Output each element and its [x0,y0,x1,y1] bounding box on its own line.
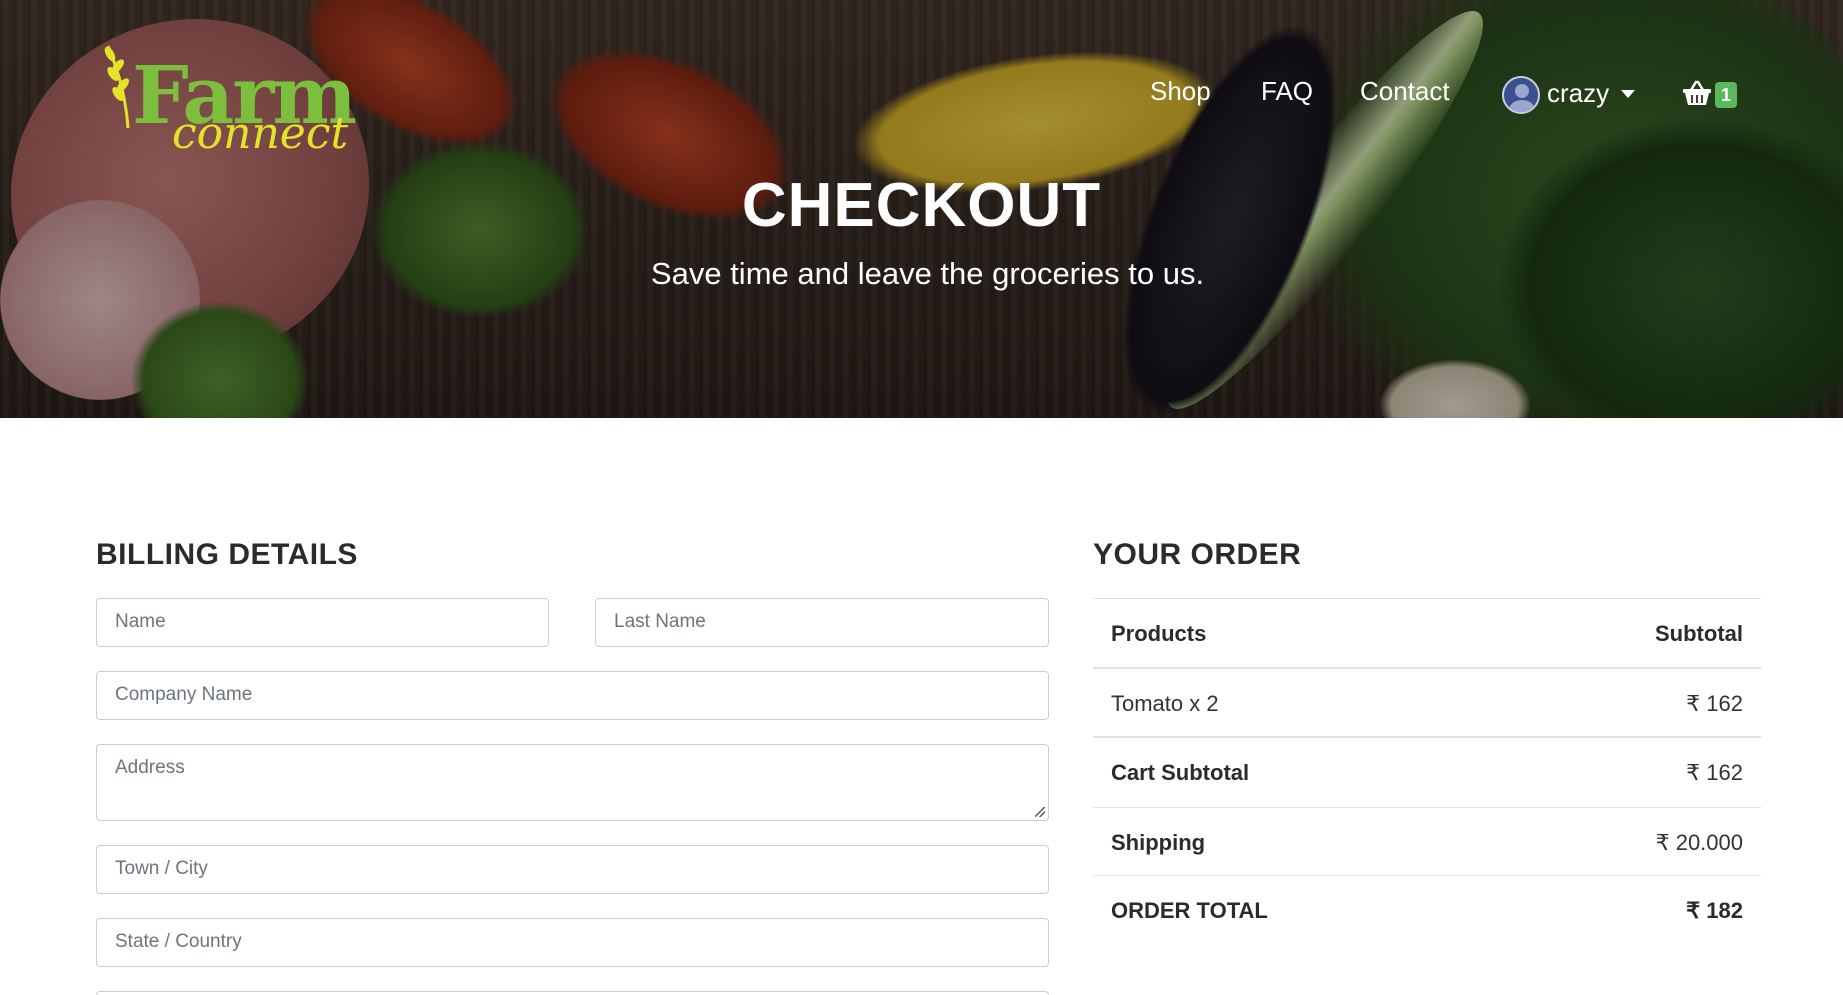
user-menu-toggle[interactable]: crazy [1547,78,1609,109]
order-table-header: Products Subtotal [1093,598,1761,669]
your-order-heading: YOUR ORDER [1093,538,1302,571]
address-placeholder: Address [115,757,185,778]
order-summary-table: Products Subtotal Tomato x 2 ₹ 162 Cart … [1093,598,1761,944]
page-title: CHECKOUT [741,171,1102,240]
nav-faq-link[interactable]: FAQ [1261,76,1313,107]
logo-text-sub: connect [172,108,349,159]
shipping-label: Shipping [1111,830,1206,855]
order-total-value: ₹ 182 [1686,898,1743,923]
cart-subtotal-row: Cart Subtotal ₹ 162 [1093,738,1761,808]
first-name-input[interactable]: Name [96,598,549,647]
user-avatar-icon[interactable] [1502,76,1540,114]
order-total-row: ORDER TOTAL ₹ 182 [1093,876,1761,944]
company-name-input[interactable]: Company Name [96,671,1049,720]
billing-details-heading: BILLING DETAILS [96,538,358,571]
caret-down-icon[interactable] [1621,90,1635,98]
page-subtitle: Save time and leave the groceries to us. [650,256,1205,291]
nav-contact-link[interactable]: Contact [1360,76,1450,107]
hero-banner: Farm connect Shop FAQ Contact crazy 1 CH… [0,0,1843,418]
last-name-input[interactable]: Last Name [595,598,1049,647]
order-item-price: ₹ 162 [1686,691,1743,716]
town-city-input[interactable]: Town / City [96,845,1049,894]
next-billing-input[interactable] [96,991,1049,995]
shipping-value: ₹ 20.000 [1655,830,1743,855]
products-column-header: Products [1111,621,1207,646]
subtotal-column-header: Subtotal [1655,621,1743,646]
shipping-row: Shipping ₹ 20.000 [1093,808,1761,876]
cart-subtotal-label: Cart Subtotal [1111,760,1250,785]
state-country-input[interactable]: State / Country [96,918,1049,967]
cart-count-badge[interactable]: 1 [1715,82,1737,108]
order-item-name: Tomato x 2 [1111,691,1219,716]
nav-shop-link[interactable]: Shop [1150,76,1211,107]
shopping-basket-icon[interactable] [1682,80,1712,106]
cart-subtotal-value: ₹ 162 [1686,760,1743,785]
brand-logo[interactable]: Farm connect [96,40,366,160]
order-total-label: ORDER TOTAL [1111,898,1268,923]
order-item-row: Tomato x 2 ₹ 162 [1093,669,1761,738]
address-textarea[interactable]: Address [96,744,1049,821]
resize-grip-icon[interactable] [1035,807,1045,817]
